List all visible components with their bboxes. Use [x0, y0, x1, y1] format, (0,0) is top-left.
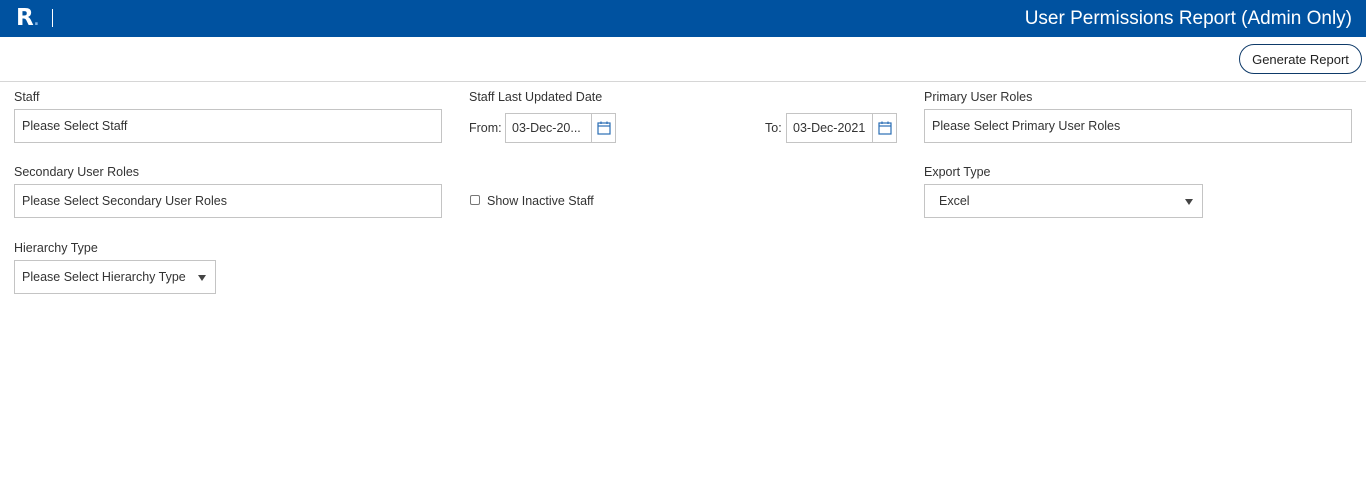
- calendar-icon: [597, 121, 611, 135]
- show-inactive-label[interactable]: Show Inactive Staff: [487, 194, 594, 208]
- to-date-picker[interactable]: 03-Dec-2021: [786, 113, 897, 143]
- primary-roles-select[interactable]: Please Select Primary User Roles: [924, 109, 1352, 143]
- staff-label: Staff: [14, 90, 40, 104]
- secondary-roles-placeholder: Please Select Secondary User Roles: [22, 194, 227, 208]
- toolbar-divider: [0, 81, 1366, 82]
- export-type-select[interactable]: Excel: [924, 184, 1203, 218]
- from-date-picker[interactable]: 03-Dec-20...: [505, 113, 616, 143]
- app-header: R. User Permissions Report (Admin Only): [0, 0, 1366, 37]
- export-type-label: Export Type: [924, 165, 991, 179]
- logo-dot: .: [33, 13, 40, 29]
- to-date-input[interactable]: 03-Dec-2021: [793, 114, 875, 142]
- hierarchy-type-label: Hierarchy Type: [14, 241, 98, 255]
- primary-roles-placeholder: Please Select Primary User Roles: [932, 119, 1121, 133]
- secondary-roles-label: Secondary User Roles: [14, 165, 140, 179]
- page-title: User Permissions Report (Admin Only): [1024, 8, 1352, 29]
- primary-roles-label: Primary User Roles: [924, 90, 1033, 104]
- to-label: To:: [765, 121, 782, 135]
- staff-placeholder: Please Select Staff: [22, 119, 128, 133]
- generate-report-button[interactable]: Generate Report: [1239, 44, 1362, 74]
- from-label: From:: [469, 121, 502, 135]
- hierarchy-type-placeholder: Please Select Hierarchy Type: [22, 270, 186, 284]
- hierarchy-type-select[interactable]: Please Select Hierarchy Type: [14, 260, 216, 294]
- app-logo[interactable]: R.: [16, 4, 39, 35]
- staff-select[interactable]: Please Select Staff: [14, 109, 442, 143]
- from-date-input[interactable]: 03-Dec-20...: [512, 114, 592, 142]
- chevron-down-icon: [198, 275, 206, 281]
- header-divider: [52, 9, 53, 27]
- logo-letter: R: [16, 5, 34, 31]
- secondary-roles-select[interactable]: Please Select Secondary User Roles: [14, 184, 442, 218]
- from-calendar-button[interactable]: [591, 114, 615, 142]
- calendar-icon: [878, 121, 892, 135]
- chevron-down-icon: [1185, 199, 1193, 205]
- export-type-value: Excel: [939, 194, 970, 208]
- show-inactive-checkbox[interactable]: [470, 195, 480, 205]
- to-calendar-button[interactable]: [872, 114, 896, 142]
- last-updated-label: Staff Last Updated Date: [469, 90, 603, 104]
